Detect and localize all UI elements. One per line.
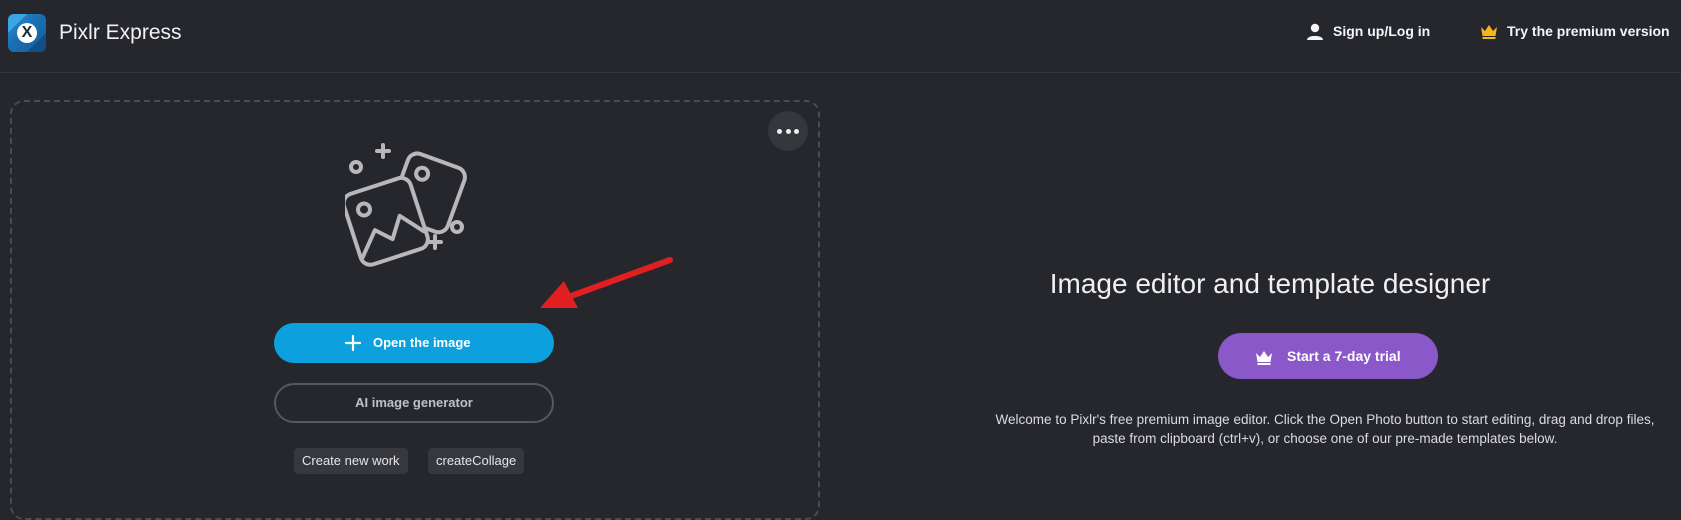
top-bar: X Pixlr Express Sign up/Log in Try the p… bbox=[0, 0, 1681, 73]
crown-icon bbox=[1481, 25, 1497, 39]
signup-login-label: Sign up/Log in bbox=[1333, 23, 1431, 39]
more-options-icon[interactable] bbox=[768, 111, 808, 151]
plus-icon bbox=[344, 334, 362, 352]
user-icon bbox=[1307, 23, 1323, 40]
try-premium-label: Try the premium version bbox=[1507, 23, 1670, 39]
open-image-button[interactable]: Open the image bbox=[274, 323, 554, 363]
images-illustration bbox=[345, 143, 467, 267]
crown-icon bbox=[1256, 351, 1272, 365]
start-trial-label: Start a 7-day trial bbox=[1287, 348, 1401, 364]
start-trial-button[interactable]: Start a 7-day trial bbox=[1218, 333, 1438, 379]
app-title: Pixlr Express bbox=[59, 21, 182, 44]
create-collage-button[interactable]: createCollage bbox=[428, 448, 525, 474]
pixlr-logo-icon[interactable]: X bbox=[8, 14, 46, 52]
welcome-text: Welcome to Pixlr's free premium image ed… bbox=[995, 412, 1655, 446]
logo-letter: X bbox=[17, 23, 37, 43]
annotation-arrow bbox=[540, 257, 673, 308]
open-image-label: Open the image bbox=[373, 335, 471, 350]
create-new-work-button[interactable]: Create new work bbox=[294, 448, 408, 474]
ai-image-generator-button[interactable]: AI image generator bbox=[274, 383, 554, 423]
page-title: Image editor and template designer bbox=[1049, 268, 1491, 299]
